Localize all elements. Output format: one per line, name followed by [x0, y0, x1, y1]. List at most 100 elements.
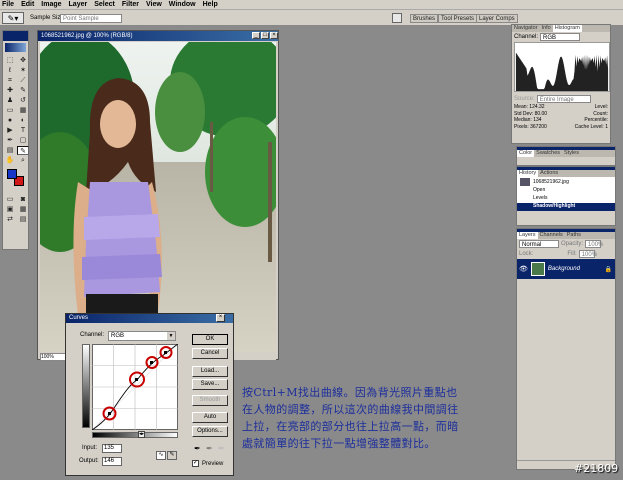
tab-tool-presets[interactable]: Tool Presets: [438, 14, 478, 23]
close-icon[interactable]: ×: [270, 32, 278, 39]
tab-brushes[interactable]: Brushes: [410, 14, 439, 23]
palette-well-icon[interactable]: [392, 13, 402, 23]
screen-mode-full-icon[interactable]: ▦: [17, 205, 29, 214]
pen-tool-icon[interactable]: ✒: [4, 136, 16, 145]
input-field[interactable]: 135: [102, 444, 122, 453]
lock-icon: 🔒: [604, 266, 612, 273]
history-snapshot[interactable]: 1068521962.jpg: [517, 177, 615, 187]
eyedropper-tool-preset-picker[interactable]: ✎▾: [2, 12, 24, 24]
history-brush-icon[interactable]: ↺: [17, 96, 29, 105]
ok-button[interactable]: OK: [192, 334, 228, 345]
standard-mode-icon[interactable]: ▭: [4, 195, 16, 204]
slice-tool-icon[interactable]: ⟋: [17, 76, 29, 85]
path-select-icon[interactable]: ▶: [4, 126, 16, 135]
layer-row-background[interactable]: 👁 Background 🔒: [517, 259, 615, 279]
quickmask-mode-icon[interactable]: ◙: [17, 195, 29, 204]
brush-tool-icon[interactable]: ✎: [17, 86, 29, 95]
cancel-button[interactable]: Cancel: [192, 348, 228, 359]
tab-history[interactable]: History: [517, 170, 539, 177]
shape-tool-icon[interactable]: ▢: [17, 136, 29, 145]
sample-size-select[interactable]: Point Sample: [60, 14, 122, 23]
menu-filter[interactable]: Filter: [122, 1, 139, 8]
input-label: Input:: [82, 445, 98, 451]
pencil-icon[interactable]: ✎: [167, 451, 177, 460]
gradient-tool-icon[interactable]: ▦: [17, 106, 29, 115]
menu-image[interactable]: Image: [41, 1, 61, 8]
dodge-tool-icon[interactable]: ◐: [17, 116, 29, 125]
layers-panel: Layers Channels Paths Normal Opacity: 10…: [516, 228, 616, 470]
hand-tool-icon[interactable]: ✋: [4, 156, 16, 165]
eyedropper-tool-icon[interactable]: ✎: [17, 146, 29, 155]
minimize-icon[interactable]: _: [252, 32, 260, 39]
histogram-source-select[interactable]: Entire Image: [536, 95, 591, 103]
notes-tool-icon[interactable]: ▤: [4, 146, 16, 155]
load-button[interactable]: Load...: [192, 366, 228, 377]
color-panel: Color Swatches Styles: [516, 146, 616, 166]
jump-to-imageready-icon[interactable]: ⇄: [4, 215, 16, 224]
menu-file[interactable]: File: [2, 1, 14, 8]
maximize-icon[interactable]: □: [261, 32, 269, 39]
options-button[interactable]: Options...: [192, 426, 228, 437]
menu-layer[interactable]: Layer: [69, 1, 88, 8]
gray-eyedropper-icon[interactable]: ✒: [206, 444, 213, 453]
tab-paths[interactable]: Paths: [565, 232, 583, 239]
tab-layers[interactable]: Layers: [517, 232, 538, 239]
preview-checkbox[interactable]: ✓: [192, 460, 199, 467]
menu-view[interactable]: View: [146, 1, 162, 8]
document-canvas[interactable]: [40, 42, 276, 352]
adobe-online-icon[interactable]: [5, 43, 26, 52]
tab-histogram[interactable]: Histogram: [552, 25, 582, 32]
zoom-level-field[interactable]: 100%: [40, 353, 66, 361]
blend-mode-select[interactable]: Normal: [519, 240, 559, 248]
document-window: 1068521962.jpg @ 100% (RGB/8) _ □ × 100%: [37, 30, 279, 361]
curve-graph[interactable]: [92, 344, 178, 430]
menu-help[interactable]: Help: [203, 1, 218, 8]
tab-actions[interactable]: Actions: [538, 170, 560, 177]
black-eyedropper-icon[interactable]: ✒: [194, 444, 201, 453]
white-eyedropper-icon[interactable]: ✒: [218, 444, 225, 453]
marquee-tool-icon[interactable]: ⬚: [4, 56, 16, 65]
channel-select[interactable]: RGB ▼: [108, 331, 176, 341]
watermark: #21809: [574, 462, 619, 475]
tab-styles[interactable]: Styles: [562, 150, 581, 157]
dialog-close-icon[interactable]: ×: [216, 314, 225, 322]
fill-field[interactable]: 100%: [578, 250, 597, 258]
histogram-source-label: Source:: [514, 96, 535, 102]
history-item-shadow-highlight[interactable]: Shadow/Highlight: [517, 203, 615, 211]
history-item-open[interactable]: Open: [517, 187, 615, 195]
blur-tool-icon[interactable]: ●: [4, 116, 16, 125]
tab-layer-comps[interactable]: Layer Comps: [476, 14, 518, 23]
screen-mode-full2-icon[interactable]: ▤: [17, 215, 29, 224]
tab-info[interactable]: Info: [540, 25, 553, 32]
stamp-tool-icon[interactable]: ♟: [4, 96, 16, 105]
foreground-color-swatch[interactable]: [7, 169, 17, 179]
auto-button[interactable]: Auto: [192, 412, 228, 423]
menu-select[interactable]: Select: [94, 1, 115, 8]
screen-mode-standard-icon[interactable]: ▣: [4, 205, 16, 214]
histogram-channel-select[interactable]: RGB: [540, 33, 581, 41]
magic-wand-tool-icon[interactable]: ✶: [17, 66, 29, 75]
tab-navigator[interactable]: Navigator: [512, 25, 540, 32]
smooth-button[interactable]: Smooth: [192, 395, 228, 406]
eraser-tool-icon[interactable]: ▭: [4, 106, 16, 115]
toolbox-header: [3, 31, 28, 41]
gradient-toggle-icon[interactable]: ◂▸: [138, 431, 145, 438]
tab-channels[interactable]: Channels: [538, 232, 565, 239]
eye-icon[interactable]: 👁: [519, 265, 528, 273]
crop-tool-icon[interactable]: ⌗: [4, 76, 16, 85]
curve-point-icon[interactable]: ∿: [156, 451, 166, 460]
color-swatches: [3, 167, 28, 193]
save-button[interactable]: Save...: [192, 379, 228, 390]
menu-edit[interactable]: Edit: [21, 1, 34, 8]
menu-window[interactable]: Window: [169, 1, 196, 8]
lasso-tool-icon[interactable]: ℓ: [4, 66, 16, 75]
move-tool-icon[interactable]: ✥: [17, 56, 29, 65]
opacity-field[interactable]: 100%: [585, 240, 603, 248]
healing-brush-icon[interactable]: ✚: [4, 86, 16, 95]
zoom-tool-icon[interactable]: ⌕: [17, 156, 29, 165]
tab-swatches[interactable]: Swatches: [534, 150, 562, 157]
type-tool-icon[interactable]: T: [17, 126, 29, 135]
history-item-levels[interactable]: Levels: [517, 195, 615, 203]
tab-color[interactable]: Color: [517, 150, 535, 157]
output-field[interactable]: 146: [102, 457, 122, 466]
